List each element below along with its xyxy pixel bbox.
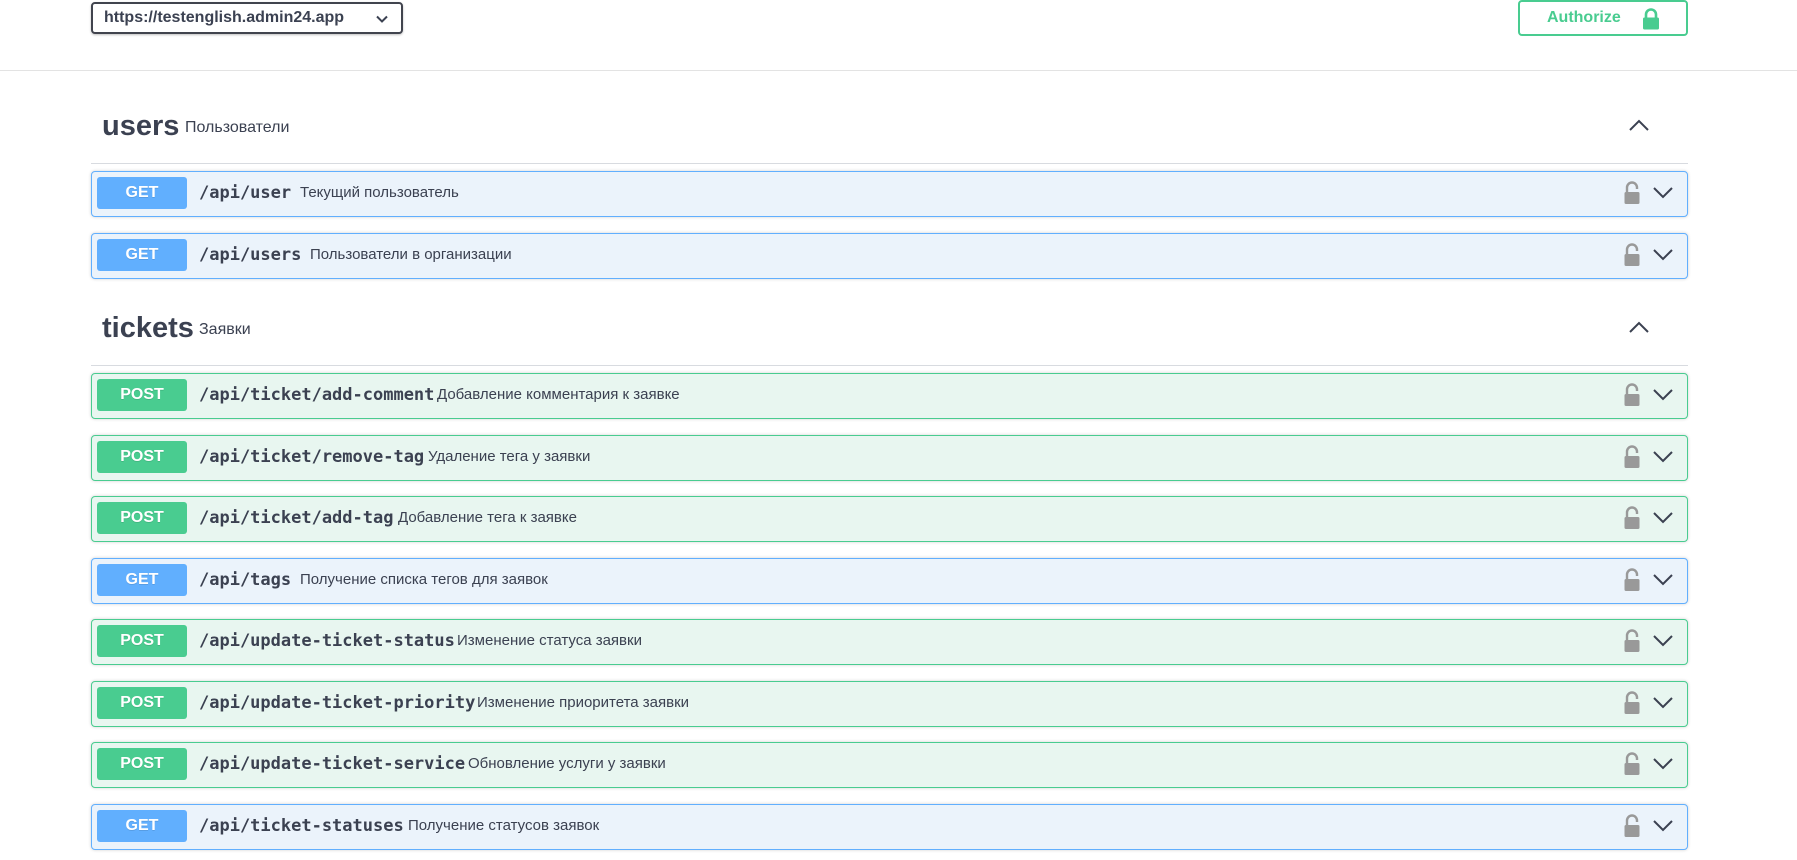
top-bar: https://testenglish.admin24.app Authoriz… — [0, 0, 1797, 71]
chevron-up-icon[interactable] — [1628, 117, 1650, 133]
method-badge: POST — [97, 687, 187, 719]
operation-row[interactable]: GET /api/ticket-statuses Получение стату… — [91, 804, 1688, 850]
server-select[interactable]: https://testenglish.admin24.app — [91, 2, 403, 34]
operation-row[interactable]: POST /api/update-ticket-priority Изменен… — [91, 681, 1688, 727]
server-url: https://testenglish.admin24.app — [104, 9, 345, 26]
endpoint-path: /api/update-ticket-service — [199, 754, 466, 774]
endpoint-summary: Получение списка тегов для заявок — [300, 571, 548, 588]
chevron-down-icon[interactable] — [1652, 817, 1674, 833]
unlock-icon[interactable] — [1623, 506, 1641, 530]
lock-icon — [1643, 8, 1659, 30]
unlock-icon[interactable] — [1623, 752, 1641, 776]
authorize-label: Authorize — [1547, 9, 1621, 26]
operation-row[interactable]: GET /api/user Текущий пользователь — [91, 171, 1688, 217]
chevron-down-icon — [376, 15, 388, 23]
unlock-icon[interactable] — [1623, 445, 1641, 469]
operation-row[interactable]: GET /api/tags Получение списка тегов для… — [91, 558, 1688, 604]
section-title: users — [102, 110, 180, 142]
endpoint-path: /api/users — [199, 245, 302, 265]
endpoint-summary: Добавление тега к заявке — [398, 509, 577, 526]
endpoint-path: /api/tags — [199, 570, 292, 590]
authorize-button[interactable]: Authorize — [1518, 0, 1688, 36]
chevron-down-icon[interactable] — [1652, 755, 1674, 771]
section-description: Заявки — [199, 321, 251, 338]
method-badge: GET — [97, 810, 187, 842]
endpoint-summary: Изменение приоритета заявки — [477, 694, 690, 711]
chevron-down-icon[interactable] — [1652, 509, 1674, 525]
method-badge: POST — [97, 379, 187, 411]
operation-row[interactable]: POST /api/update-ticket-status Изменение… — [91, 619, 1688, 665]
endpoint-summary: Текущий пользователь — [300, 184, 459, 201]
operation-row[interactable]: POST /api/ticket/add-tag Добавление тега… — [91, 496, 1688, 542]
chevron-down-icon[interactable] — [1652, 184, 1674, 200]
chevron-down-icon[interactable] — [1652, 246, 1674, 262]
endpoint-path: /api/ticket/add-tag — [199, 508, 394, 528]
endpoint-summary: Обновление услуги у заявки — [468, 755, 666, 772]
endpoint-path: /api/update-ticket-status — [199, 631, 455, 651]
unlock-icon[interactable] — [1623, 629, 1641, 653]
chevron-up-icon[interactable] — [1628, 319, 1650, 335]
section-description: Пользователи — [185, 119, 290, 136]
endpoint-summary: Изменение статуса заявки — [457, 632, 642, 649]
unlock-icon[interactable] — [1623, 243, 1641, 267]
operation-row[interactable]: POST /api/ticket/remove-tag Удаление тег… — [91, 435, 1688, 481]
endpoint-summary: Удаление тега у заявки — [428, 448, 591, 465]
method-badge: GET — [97, 564, 187, 596]
endpoint-path: /api/user — [199, 183, 292, 203]
endpoint-path: /api/update-ticket-priority — [199, 693, 476, 713]
operation-row[interactable]: POST /api/update-ticket-service Обновлен… — [91, 742, 1688, 788]
endpoint-path: /api/ticket/add-comment — [199, 385, 435, 405]
section-title: tickets — [102, 312, 194, 344]
unlock-icon[interactable] — [1623, 568, 1641, 592]
method-badge: POST — [97, 441, 187, 473]
endpoint-path: /api/ticket/remove-tag — [199, 447, 425, 467]
unlock-icon[interactable] — [1623, 814, 1641, 838]
chevron-down-icon[interactable] — [1652, 386, 1674, 402]
operation-row[interactable]: POST /api/ticket/add-comment Добавление … — [91, 373, 1688, 419]
unlock-icon[interactable] — [1623, 181, 1641, 205]
endpoint-summary: Пользователи в организации — [310, 246, 512, 263]
operation-row[interactable]: GET /api/users Пользователи в организаци… — [91, 233, 1688, 279]
method-badge: POST — [97, 502, 187, 534]
section-tickets[interactable]: tickets Заявки — [91, 296, 1688, 366]
chevron-down-icon[interactable] — [1652, 571, 1674, 587]
section-users[interactable]: users Пользователи — [91, 94, 1688, 164]
unlock-icon[interactable] — [1623, 691, 1641, 715]
endpoint-summary: Получение статусов заявок — [408, 817, 600, 834]
method-badge: POST — [97, 748, 187, 780]
endpoint-summary: Добавление комментария к заявке — [437, 386, 680, 403]
unlock-icon[interactable] — [1623, 383, 1641, 407]
method-badge: GET — [97, 239, 187, 271]
method-badge: POST — [97, 625, 187, 657]
chevron-down-icon[interactable] — [1652, 694, 1674, 710]
endpoint-path: /api/ticket-statuses — [199, 816, 404, 836]
method-badge: GET — [97, 177, 187, 209]
chevron-down-icon[interactable] — [1652, 632, 1674, 648]
chevron-down-icon[interactable] — [1652, 448, 1674, 464]
